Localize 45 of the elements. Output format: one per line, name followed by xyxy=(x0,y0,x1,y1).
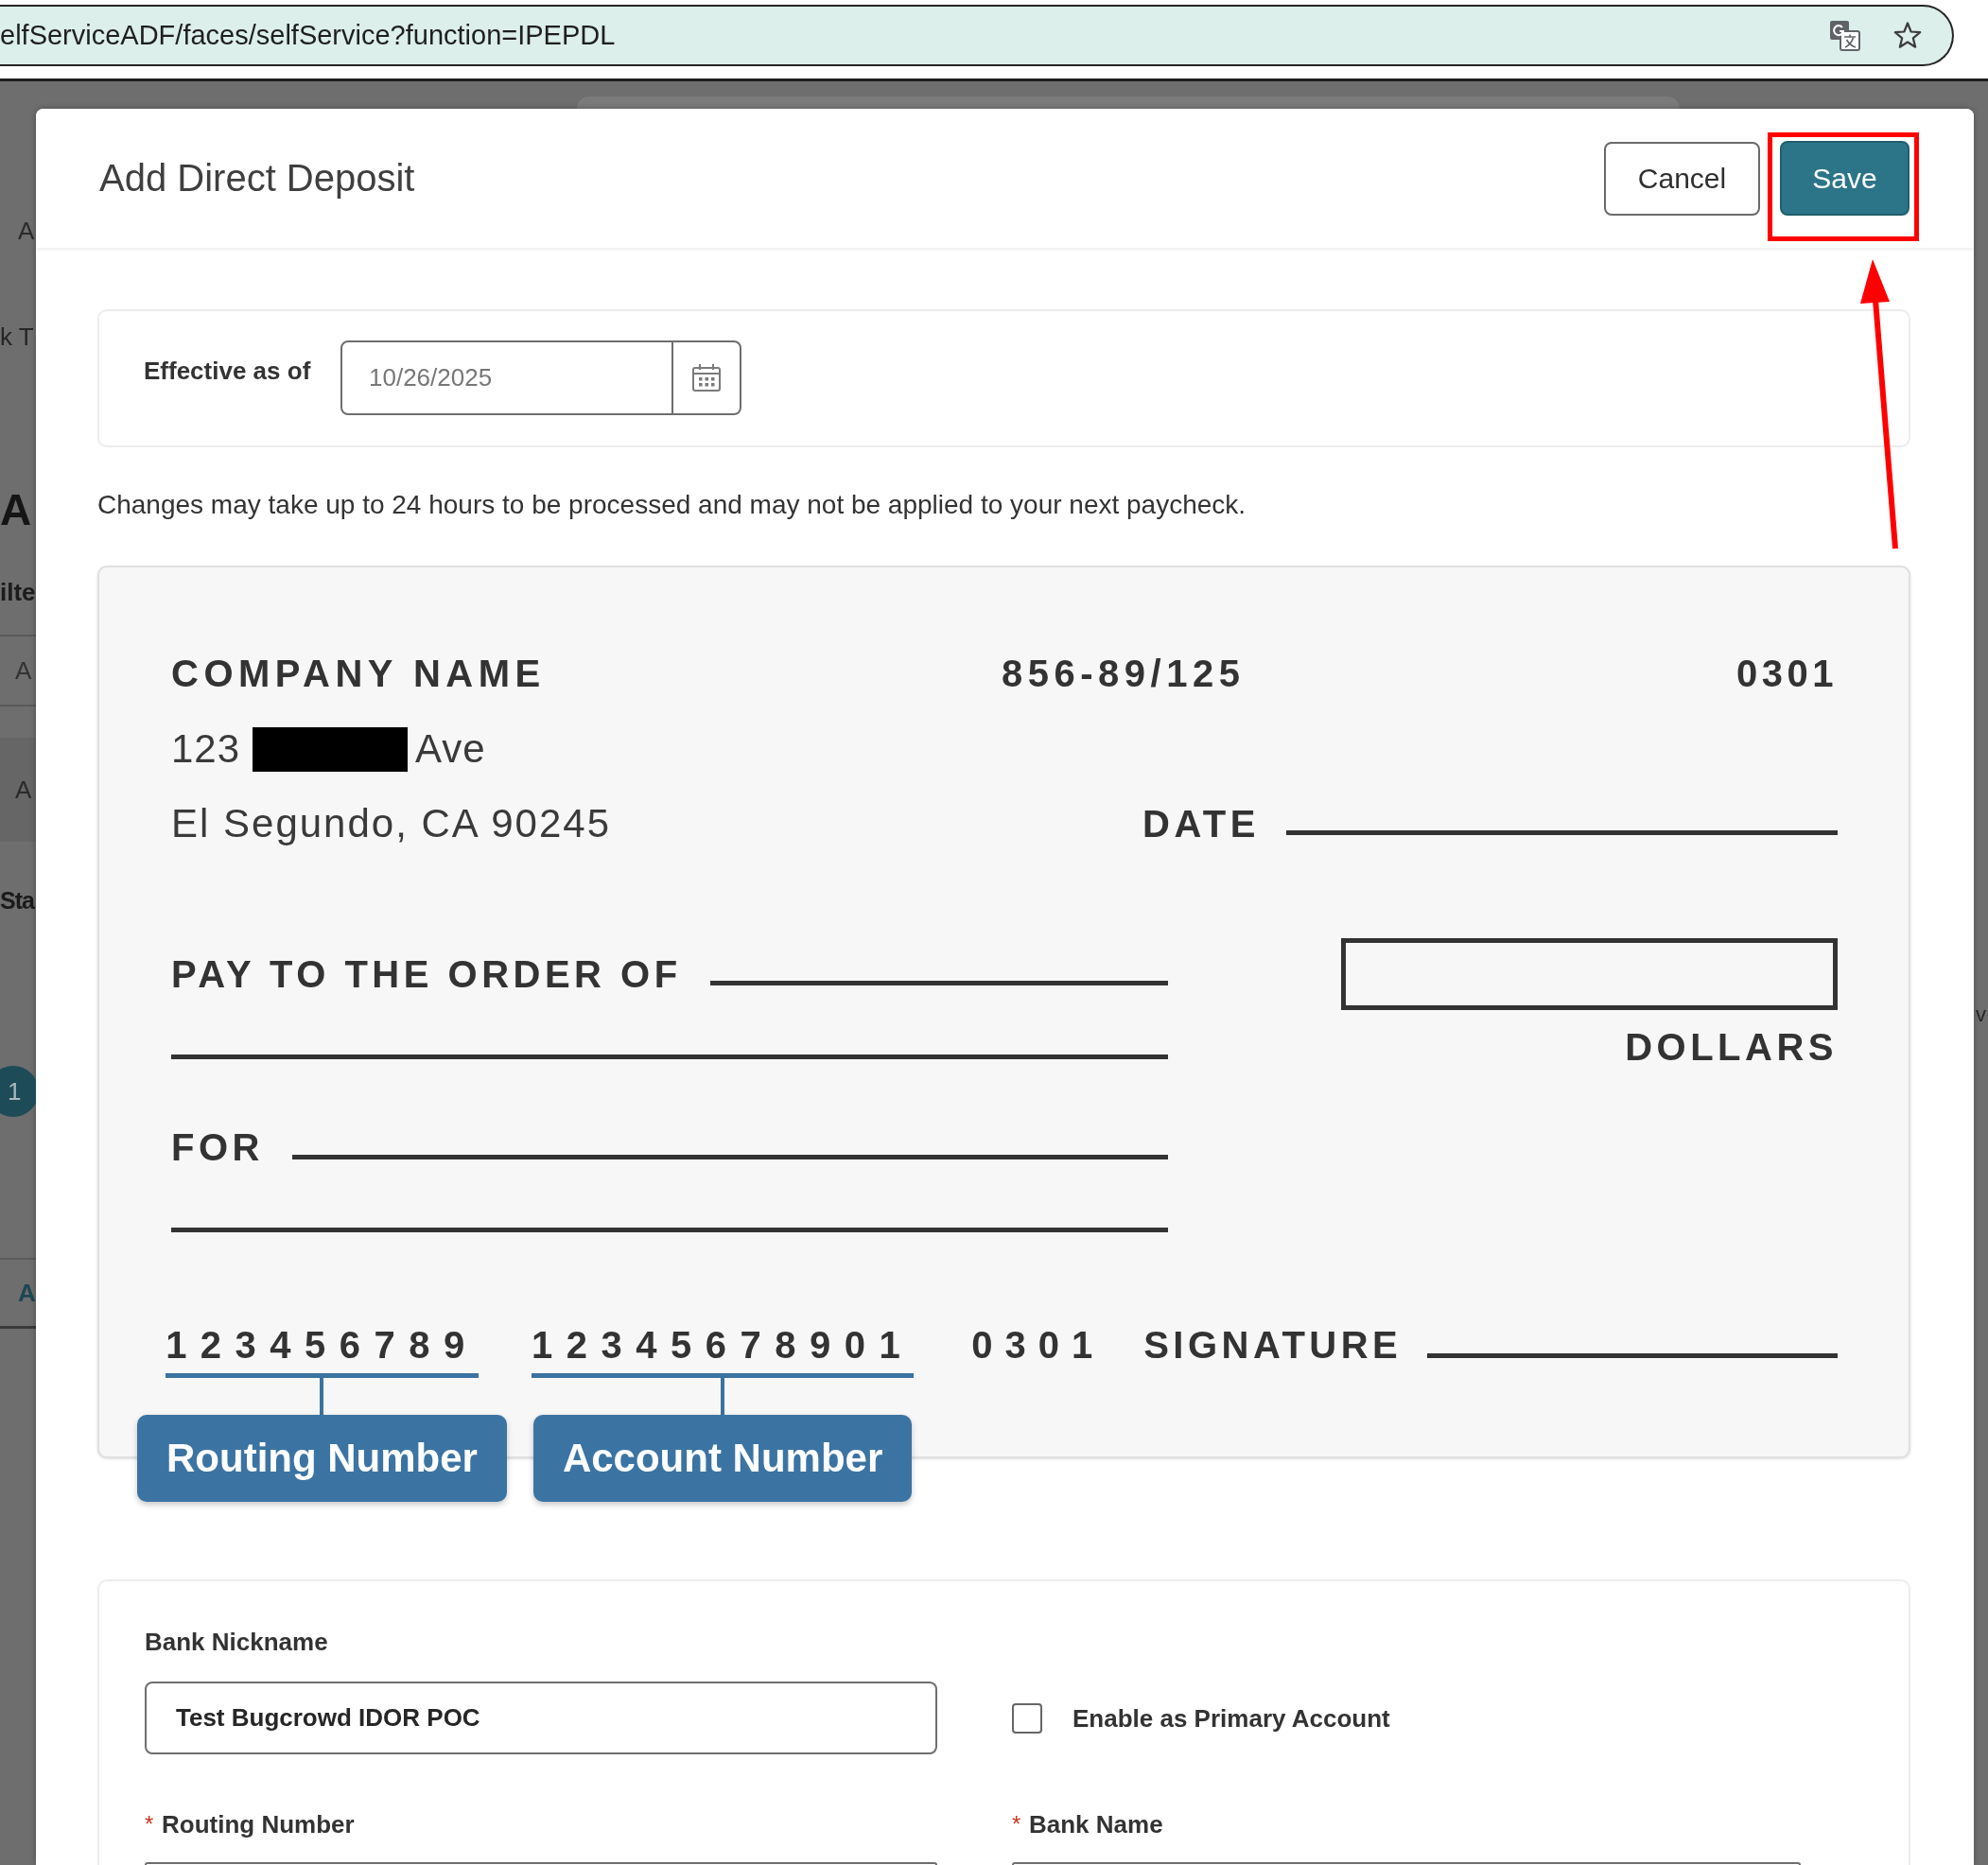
background-text: A xyxy=(18,216,36,247)
field-label: Effective as of xyxy=(144,356,312,386)
check-number: 0301 xyxy=(1736,652,1838,696)
background-text: ilte xyxy=(0,577,36,608)
dollars-label: DOLLARS xyxy=(1625,1025,1838,1070)
routing-digits: 123456789 xyxy=(166,1321,479,1378)
micr-check-number: 0301 xyxy=(971,1323,1106,1368)
field-label: Bank Nickname xyxy=(145,1627,329,1657)
input-field[interactable] xyxy=(1012,1862,1801,1865)
field-label: Routing Number xyxy=(162,1809,355,1839)
account-number-tag: Account Number xyxy=(532,1415,913,1502)
input-field[interactable] xyxy=(145,1862,937,1865)
fraction-code: 856-89/125 xyxy=(1002,652,1247,696)
memo-label: FOR xyxy=(171,1125,264,1170)
required-asterisk: * xyxy=(1012,1810,1022,1839)
company-name: COMPANY NAME xyxy=(171,652,547,696)
street-suffix: Ave xyxy=(415,725,486,773)
dialog-title: Add Direct Deposit xyxy=(99,157,415,200)
signature-label: SIGNATURE xyxy=(1143,1323,1403,1368)
address-bar[interactable]: elfServiceADF/faces/selfService?function=IPEPDL xyxy=(0,5,1954,66)
field-label: Bank Name xyxy=(1029,1809,1163,1839)
address-number: 123 xyxy=(171,725,241,773)
star-icon[interactable] xyxy=(1893,21,1922,50)
background-heading: Sta xyxy=(0,886,36,915)
save-button[interactable]: Save xyxy=(1780,141,1910,216)
background-heading: A xyxy=(0,484,33,536)
routing-number-tag: Routing Number xyxy=(137,1415,507,1502)
date-label: DATE xyxy=(1142,802,1260,846)
primary-account-checkbox[interactable] xyxy=(1012,1702,1042,1734)
date-field[interactable]: 10/26/2025 xyxy=(340,340,673,415)
translate-icon[interactable] xyxy=(1829,19,1861,52)
background-text: k T xyxy=(0,322,35,353)
account-digits: 12345678901 xyxy=(531,1321,915,1378)
required-asterisk: * xyxy=(145,1810,155,1839)
cancel-button[interactable]: Cancel xyxy=(1604,141,1760,216)
checkbox-label: Enable as Primary Account xyxy=(1072,1702,1390,1734)
city-state-zip: El Segundo, CA 90245 xyxy=(171,800,612,847)
calendar-button[interactable] xyxy=(673,340,741,415)
background-text: v xyxy=(1976,1002,1987,1028)
step-badge: 1 xyxy=(0,1066,36,1117)
processing-notice: Changes may take up to 24 hours to be processed and may not be applied to your next paycheck. xyxy=(97,491,1247,519)
background-list-row: A xyxy=(0,738,36,842)
payee-label: PAY TO THE ORDER OF xyxy=(171,952,682,997)
calendar-icon xyxy=(691,363,722,392)
nickname-field[interactable]: Test Bugcrowd IDOR POC xyxy=(145,1682,937,1754)
